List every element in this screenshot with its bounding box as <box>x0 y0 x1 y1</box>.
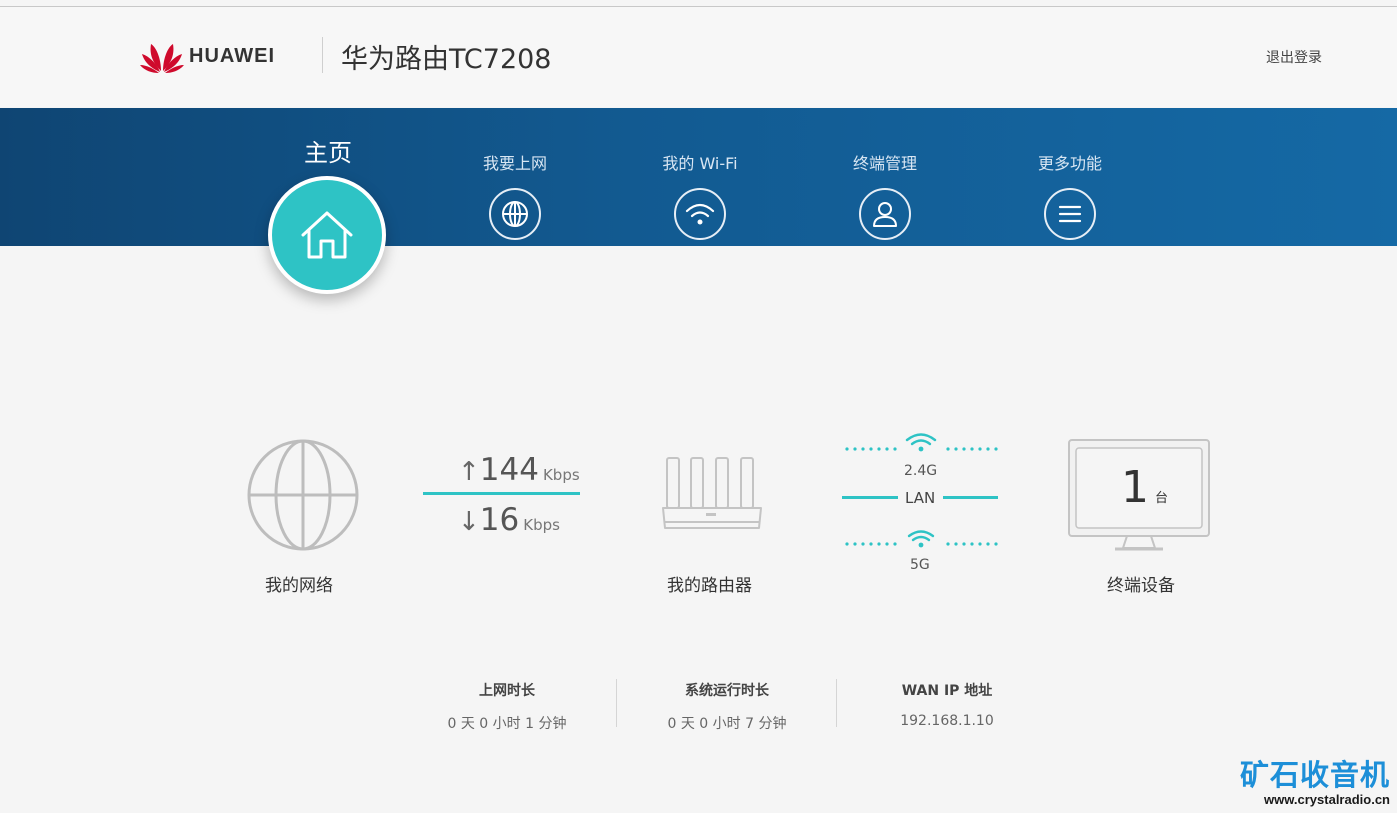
terminal-unit: 台 <box>1155 491 1169 506</box>
nav-home-label: 主页 <box>304 139 352 167</box>
my-router-label: 我的路由器 <box>667 576 752 596</box>
wifi-icon <box>674 188 726 240</box>
nav-terminals-label: 终端管理 <box>852 154 917 173</box>
huawei-logo: HUAWEI <box>139 38 299 74</box>
band-5g-label: 5G <box>910 557 930 573</box>
brand-name: HUAWEI <box>189 45 275 67</box>
system-uptime-value: 0 天 0 小时 7 分钟 <box>667 716 787 732</box>
globe-icon <box>489 188 541 240</box>
nav-home-button[interactable] <box>268 176 386 294</box>
my-network-label: 我的网络 <box>265 576 333 596</box>
logout-link[interactable]: 退出登录 <box>1266 47 1322 67</box>
huawei-flower-icon <box>140 44 184 73</box>
lan-label: LAN <box>905 489 936 507</box>
system-uptime-title: 系统运行时长 <box>685 683 769 699</box>
wan-ip: WAN IP 地址 192.168.1.10 <box>837 680 1057 729</box>
download-value: 16 <box>479 502 520 538</box>
watermark: 矿石收音机 www.crystalradio.cn <box>1230 752 1390 807</box>
lan-line-left <box>842 496 898 499</box>
user-icon <box>859 188 911 240</box>
nav-terminals[interactable]: 终端管理 <box>835 150 935 240</box>
watermark-text: 矿石收音机 <box>1239 758 1390 792</box>
speed-divider <box>423 492 580 495</box>
online-duration: 上网时长 0 天 0 小时 1 分钟 <box>397 680 617 733</box>
page-title: 华为路由TC7208 <box>341 44 552 75</box>
arrow-up-icon: ↑ <box>458 457 480 487</box>
wifi-24g-signal <box>845 433 998 452</box>
online-duration-value: 0 天 0 小时 1 分钟 <box>447 716 567 732</box>
nav-wifi-label: 我的 Wi-Fi <box>662 154 738 173</box>
nav-more-label: 更多功能 <box>1037 154 1102 173</box>
download-speed: ↓16 Kbps <box>458 502 560 538</box>
menu-icon <box>1044 188 1096 240</box>
nav-more[interactable]: 更多功能 <box>1020 150 1120 240</box>
terminal-devices-label: 终端设备 <box>1107 576 1175 596</box>
nav-internet[interactable]: 我要上网 <box>465 150 565 240</box>
watermark-url: www.crystalradio.cn <box>1264 792 1390 807</box>
home-icon <box>301 211 353 259</box>
router-icon <box>662 457 762 529</box>
arrow-down-icon: ↓ <box>458 507 480 537</box>
header-divider <box>322 37 323 73</box>
upload-unit: Kbps <box>542 466 580 484</box>
upload-speed: ↑144 Kbps <box>458 452 580 488</box>
terminal-count: 1 <box>1121 462 1149 513</box>
download-unit: Kbps <box>523 516 560 534</box>
wifi-5g-signal <box>845 530 998 548</box>
network-globe-icon <box>247 439 359 551</box>
nav-wifi[interactable]: 我的 Wi-Fi <box>640 150 760 240</box>
wan-ip-value: 192.168.1.10 <box>900 713 994 729</box>
system-uptime: 系统运行时长 0 天 0 小时 7 分钟 <box>617 680 837 733</box>
online-duration-title: 上网时长 <box>479 683 535 699</box>
lan-line-right <box>943 496 998 499</box>
band-24g-label: 2.4G <box>904 463 938 479</box>
upload-value: 144 <box>479 452 539 488</box>
nav-internet-label: 我要上网 <box>482 154 547 173</box>
router-admin-page: HUAWEI 华为路由TC7208 退出登录 主页 我要上网 我的 Wi-Fi <box>0 0 1397 813</box>
header: HUAWEI 华为路由TC7208 退出登录 <box>0 7 1397 107</box>
terminal-count-display: 1台 <box>1121 462 1168 513</box>
wan-ip-title: WAN IP 地址 <box>901 683 993 699</box>
